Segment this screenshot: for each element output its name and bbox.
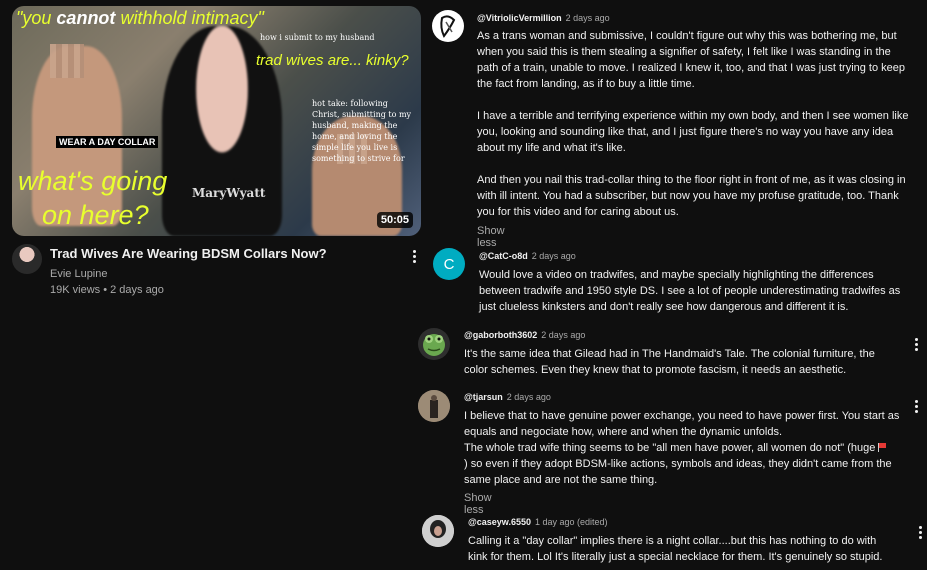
avatar[interactable] — [12, 244, 42, 274]
comment-header: @tjarsun 2 days ago — [464, 392, 551, 402]
comment-paragraph: Calling it a "day collar" implies there … — [468, 535, 883, 563]
video-channel-name[interactable]: Evie Lupine — [50, 268, 108, 280]
comment-menu-icon[interactable] — [914, 400, 918, 413]
video-thumbnail[interactable]: "you cannot withhold intimacy" how i sub… — [12, 6, 421, 236]
comment-paragraph: I have a terrible and terrifying experie… — [477, 110, 909, 154]
comment-text: Calling it a "day collar" implies there … — [468, 533, 898, 565]
comment-text-part: ) so even if they adopt BDSM-like action… — [464, 458, 892, 486]
thumb-caption-going-1: what's going — [18, 166, 168, 196]
comment-time[interactable]: 1 day ago (edited) — [535, 517, 608, 527]
comment-menu-icon[interactable] — [914, 338, 918, 351]
show-less-button[interactable]: Show less — [477, 225, 505, 249]
comment-paragraph: It's the same idea that Gilead had in Th… — [464, 348, 875, 376]
person-avatar-icon — [418, 390, 450, 422]
comment-text: It's the same idea that Gilead had in Th… — [464, 346, 894, 378]
comment-time[interactable]: 2 days ago — [566, 13, 610, 23]
comment-text: As a trans woman and submissive, I could… — [477, 28, 909, 220]
avatar[interactable] — [418, 328, 450, 360]
thumb-caption-top: "you cannot withhold intimacy" — [16, 8, 264, 28]
comment-paragraph: The whole trad wife thing seems to be "a… — [464, 440, 904, 488]
comment-time[interactable]: 2 days ago — [541, 330, 585, 340]
thumb-caption-submit: how i submit to my husband — [260, 33, 375, 42]
comment-author[interactable]: @tjarsun — [464, 392, 503, 402]
comment-paragraph: Would love a video on tradwifes, and may… — [479, 269, 901, 313]
comment-text: I believe that to have genuine power exc… — [464, 408, 904, 488]
comment-header: @CatC-o8d 2 days ago — [479, 251, 576, 261]
comment-header: @caseyw.6550 1 day ago (edited) — [468, 517, 608, 527]
comment-header: @VitriolicVermillion 2 days ago — [477, 13, 610, 23]
video-title[interactable]: Trad Wives Are Wearing BDSM Collars Now? — [50, 246, 327, 261]
comment-paragraph: I believe that to have genuine power exc… — [464, 410, 900, 438]
comment-author[interactable]: @CatC-o8d — [479, 251, 528, 261]
comment-author[interactable]: @gaborboth3602 — [464, 330, 537, 340]
comment-menu-icon[interactable] — [918, 526, 922, 539]
thumb-caption-tradwives: trad wives are... kinky? — [256, 52, 409, 69]
video-duration-badge: 50:05 — [376, 212, 413, 228]
avatar[interactable] — [432, 10, 464, 42]
show-less-button[interactable]: Show less — [464, 492, 492, 516]
comment-text: Would love a video on tradwifes, and may… — [479, 267, 911, 315]
video-menu-icon[interactable] — [412, 250, 416, 263]
sketch-avatar-icon — [440, 15, 456, 38]
red-flag-icon — [878, 443, 887, 452]
avatar[interactable]: C — [433, 248, 465, 280]
comment-author[interactable]: @VitriolicVermillion — [477, 13, 562, 23]
comment-header: @gaborboth3602 2 days ago — [464, 330, 585, 340]
frog-avatar-icon — [423, 334, 445, 356]
comment-time[interactable]: 2 days ago — [532, 251, 576, 261]
comment-time[interactable]: 2 days ago — [507, 392, 551, 402]
comment-paragraph: And then you nail this trad-collar thing… — [477, 174, 906, 218]
thumb-caption-hottake: hot take: following Christ, submitting t… — [312, 99, 412, 163]
thumb-caption-going-2: on here? — [42, 200, 149, 230]
face-blur-left — [50, 44, 84, 78]
avatar-letter: C — [443, 255, 455, 273]
avatar[interactable] — [418, 390, 450, 422]
thumb-caption-collar: WEAR A DAY COLLAR — [56, 136, 159, 148]
avatar[interactable] — [422, 515, 454, 547]
person-avatar-icon — [422, 515, 454, 547]
comment-author[interactable]: @caseyw.6550 — [468, 517, 531, 527]
thumb-shirt-text: MaryWyatt — [192, 186, 266, 200]
comment-text-part: The whole trad wife thing seems to be "a… — [464, 442, 876, 454]
comment-paragraph: As a trans woman and submissive, I could… — [477, 30, 906, 90]
video-stats: 19K views • 2 days ago — [50, 284, 164, 296]
